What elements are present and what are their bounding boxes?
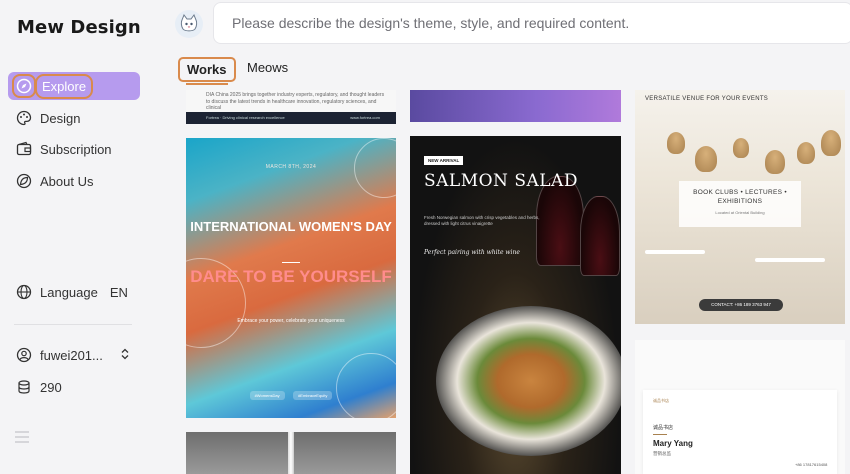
business-card-role: 营销总监 bbox=[653, 451, 671, 456]
compass-icon bbox=[12, 74, 36, 98]
business-card: 诚品书店 诚品书店 Mary Yang 营销总监 +86 17817615408 bbox=[643, 390, 837, 474]
sidebar-item-design[interactable]: Design bbox=[8, 104, 140, 132]
sidebar-item-about-us[interactable]: About Us bbox=[8, 167, 140, 195]
wine-glass bbox=[580, 196, 620, 276]
venue-table bbox=[755, 258, 825, 262]
palette-icon bbox=[16, 110, 32, 126]
business-card-company: 诚品书店 bbox=[653, 425, 674, 431]
dish-pairing: Perfect pairing with white wine bbox=[424, 249, 520, 256]
brand-name: Mew Design bbox=[17, 17, 141, 38]
sidebar-item-subscription[interactable]: Subscription bbox=[8, 135, 140, 163]
poster-title: INTERNATIONAL WOMEN'S DAY bbox=[190, 219, 392, 234]
pendant-lamp bbox=[797, 142, 815, 164]
business-card-rule bbox=[653, 434, 667, 435]
poster-tag: #WomensDay bbox=[249, 391, 285, 400]
gallery-card-womens-day[interactable]: MARCH 8TH, 2024 INTERNATIONAL WOMEN'S DA… bbox=[186, 138, 396, 418]
credits-balance: 290 bbox=[16, 379, 62, 395]
poster-subtitle: Embrace your power, celebrate your uniqu… bbox=[237, 318, 345, 324]
app-root: Mew Design Explore Design Subscription A… bbox=[0, 0, 850, 474]
venue-title: BOOK CLUBS • LECTURES • EXHIBITIONS bbox=[693, 189, 787, 205]
pendant-lamp bbox=[821, 130, 841, 156]
globe-icon bbox=[16, 284, 32, 300]
card-footer-right: www.fortrea.com bbox=[350, 115, 380, 120]
business-card-name: Mary Yang bbox=[653, 439, 693, 448]
user-menu[interactable]: fuwei201... bbox=[16, 347, 134, 363]
venue-contact: CONTACT: +86 189 3763 947 bbox=[699, 299, 783, 311]
salad-plate bbox=[436, 306, 621, 456]
pendant-lamp bbox=[695, 146, 717, 172]
poster-slogan: DARE TO BE YOURSELF bbox=[190, 267, 392, 286]
sidebar-item-explore[interactable]: Explore bbox=[8, 72, 140, 100]
wallet-icon bbox=[16, 141, 32, 157]
sidebar-divider bbox=[14, 324, 132, 325]
coins-icon bbox=[16, 379, 32, 395]
language-code: EN bbox=[109, 284, 128, 300]
poster-divider bbox=[282, 262, 300, 263]
gallery-card-business-card[interactable]: 诚品书店 诚品书店 Mary Yang 营销总监 +86 17817615408 bbox=[635, 340, 845, 474]
gallery-card-venue[interactable]: VERSATILE VENUE FOR YOUR EVENTS BOOK CLU… bbox=[635, 90, 845, 324]
cat-icon bbox=[180, 13, 198, 32]
sidebar: Mew Design Explore Design Subscription A… bbox=[0, 0, 150, 474]
dish-title: SALMON SALAD bbox=[424, 171, 578, 191]
dish-description: Fresh Norwegian salmon with crisp vegeta… bbox=[424, 215, 540, 227]
menu-icon[interactable] bbox=[15, 430, 29, 443]
sidebar-item-label: Subscription bbox=[40, 141, 112, 157]
new-arrival-badge: NEW ARRIVAL bbox=[424, 156, 464, 165]
credits-value: 290 bbox=[40, 379, 62, 395]
poster-date: MARCH 8TH, 2024 bbox=[265, 164, 317, 170]
language-selector[interactable]: Language EN bbox=[16, 284, 128, 300]
design-prompt-input[interactable] bbox=[213, 2, 850, 44]
gallery-card-architecture[interactable] bbox=[186, 432, 396, 474]
pendant-lamp bbox=[667, 132, 685, 154]
tab-works[interactable]: Works bbox=[178, 57, 236, 85]
gallery-card-conference[interactable]: DIA China 2025 brings together industry … bbox=[186, 90, 396, 124]
tower-spire bbox=[288, 432, 294, 474]
venue-info-box: BOOK CLUBS • LECTURES • EXHIBITIONS Loca… bbox=[679, 181, 801, 227]
card-footer: Fortrea · Driving clinical research exce… bbox=[186, 112, 396, 124]
card-footer-left: Fortrea · Driving clinical research exce… bbox=[206, 115, 285, 120]
gallery-card-salmon-salad[interactable]: NEW ARRIVAL SALMON SALAD Fresh Norwegian… bbox=[410, 136, 621, 474]
gallery-card-gradient[interactable] bbox=[410, 90, 621, 122]
language-label: Language bbox=[40, 284, 98, 300]
mascot-avatar[interactable] bbox=[175, 10, 203, 38]
card-header: VERSATILE VENUE FOR YOUR EVENTS bbox=[645, 96, 769, 102]
pendant-lamp bbox=[733, 138, 749, 158]
tab-meows[interactable]: Meows bbox=[247, 60, 288, 75]
business-card-phone: +86 17817615408 bbox=[795, 462, 828, 467]
poster-tag: #EmbraceEquity bbox=[293, 391, 333, 400]
user-icon bbox=[16, 347, 32, 363]
venue-subtitle: Located at Oriental Building bbox=[715, 209, 765, 215]
sidebar-item-label: Explore bbox=[34, 73, 94, 99]
pendant-lamp bbox=[765, 150, 785, 174]
sidebar-item-label: About Us bbox=[40, 173, 94, 189]
sidebar-item-label: Design bbox=[40, 110, 81, 126]
brand-logo[interactable]: Mew Design bbox=[17, 17, 141, 38]
chevron-updown-icon[interactable] bbox=[120, 348, 130, 363]
business-card-brand: 诚品书店 bbox=[653, 398, 669, 403]
user-name: fuwei201... bbox=[40, 347, 103, 363]
venue-table bbox=[645, 250, 705, 254]
leaf-icon bbox=[16, 173, 32, 189]
poster-tags: #WomensDay #EmbraceEquity bbox=[186, 384, 396, 402]
card-text: DIA China 2025 brings together industry … bbox=[206, 92, 385, 111]
